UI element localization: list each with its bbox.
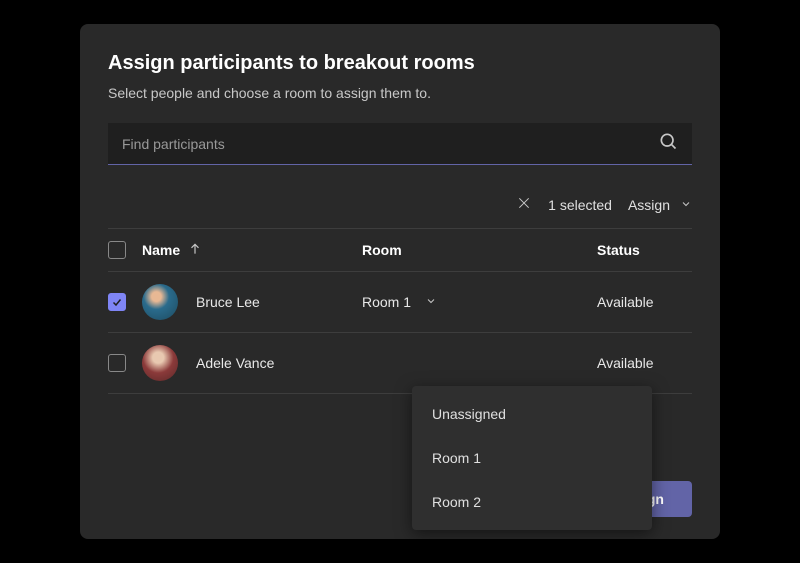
dropdown-item-unassigned[interactable]: Unassigned xyxy=(412,392,652,436)
dropdown-item-room2[interactable]: Room 2 xyxy=(412,480,652,524)
room-dropdown-menu: Unassigned Room 1 Room 2 xyxy=(412,386,652,530)
selection-count: 1 selected xyxy=(548,197,612,213)
search-bar[interactable] xyxy=(108,123,692,165)
participant-name: Bruce Lee xyxy=(196,294,260,310)
assign-dropdown[interactable]: Assign xyxy=(628,197,692,213)
participant-name: Adele Vance xyxy=(196,355,274,371)
modal-subtitle: Select people and choose a room to assig… xyxy=(108,85,692,101)
row-checkbox[interactable] xyxy=(108,293,126,311)
chevron-down-icon xyxy=(425,294,437,310)
select-all-checkbox[interactable] xyxy=(108,241,126,259)
search-icon[interactable] xyxy=(658,131,678,156)
table-header: Name Room Status xyxy=(108,228,692,272)
avatar xyxy=(142,284,178,320)
selection-bar: 1 selected Assign xyxy=(108,187,692,228)
room-value: Room 1 xyxy=(362,294,411,310)
sort-ascending-icon xyxy=(188,242,202,259)
assign-dropdown-label: Assign xyxy=(628,197,670,213)
status-value: Available xyxy=(597,355,654,371)
column-header-room[interactable]: Room xyxy=(362,242,597,258)
column-header-status[interactable]: Status xyxy=(597,242,692,258)
status-value: Available xyxy=(597,294,654,310)
dropdown-item-room1[interactable]: Room 1 xyxy=(412,436,652,480)
table-row[interactable]: Adele Vance Available xyxy=(108,333,692,394)
chevron-down-icon xyxy=(680,197,692,213)
modal-title: Assign participants to breakout rooms xyxy=(108,52,692,75)
avatar xyxy=(142,345,178,381)
assign-breakout-modal: Assign participants to breakout rooms Se… xyxy=(80,24,720,539)
room-selector[interactable]: Room 1 xyxy=(362,294,597,310)
column-header-name[interactable]: Name xyxy=(142,242,362,259)
table-row[interactable]: Bruce Lee Room 1 Available xyxy=(108,272,692,333)
row-checkbox[interactable] xyxy=(108,354,126,372)
clear-selection-icon[interactable] xyxy=(516,195,532,214)
search-input[interactable] xyxy=(122,136,658,152)
